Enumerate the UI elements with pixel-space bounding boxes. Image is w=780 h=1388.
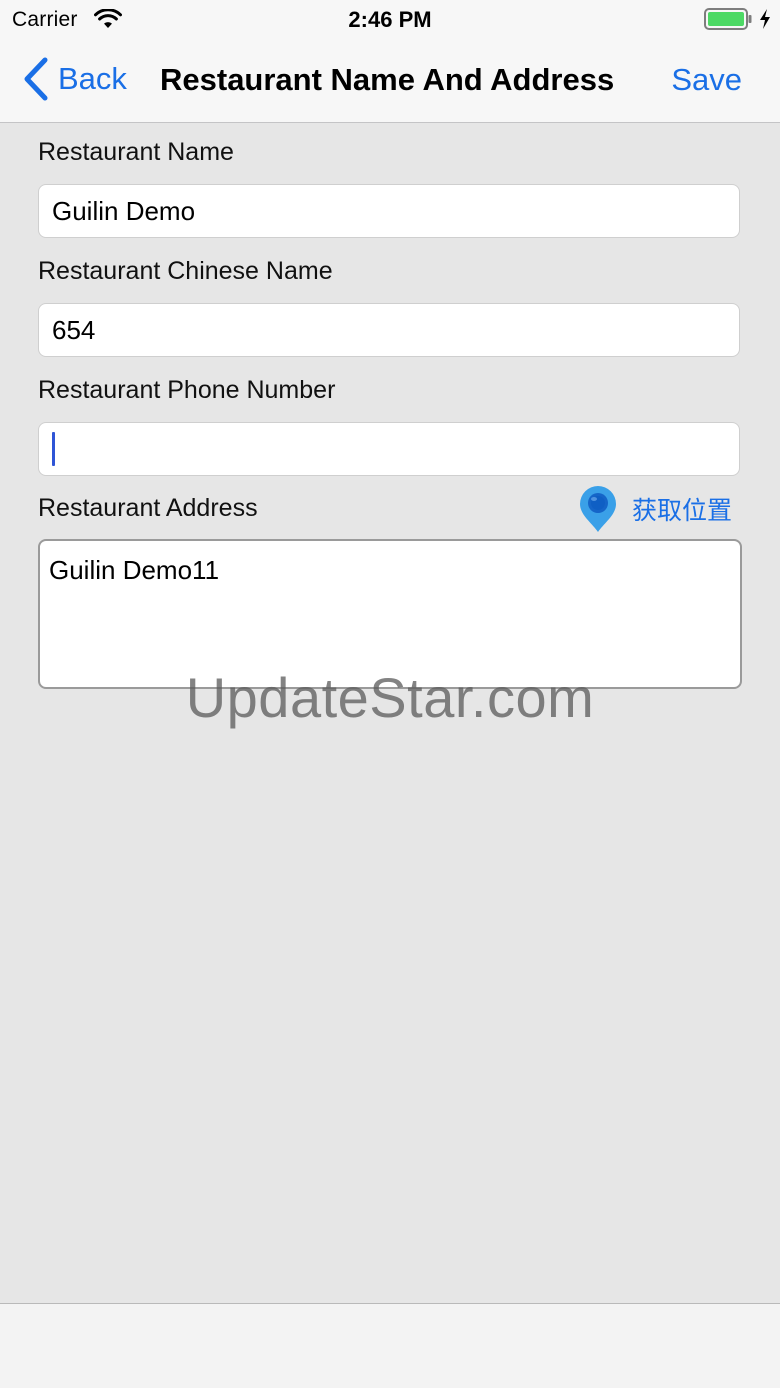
restaurant-phone-field[interactable]: [38, 422, 740, 476]
restaurant-name-value: Guilin Demo: [52, 195, 196, 226]
restaurant-phone-label: Restaurant Phone Number: [38, 376, 336, 404]
restaurant-name-field[interactable]: Guilin Demo: [38, 184, 740, 238]
text-cursor: [52, 432, 55, 466]
restaurant-chinese-name-field[interactable]: 654: [38, 303, 740, 357]
save-button[interactable]: Save: [671, 62, 742, 98]
restaurant-chinese-name-value: 654: [52, 314, 96, 345]
restaurant-address-label: Restaurant Address: [38, 494, 258, 522]
back-button[interactable]: Back: [20, 56, 127, 102]
restaurant-chinese-name-label: Restaurant Chinese Name: [38, 257, 333, 285]
status-bar: Carrier 2:46 PM: [0, 0, 780, 40]
back-label: Back: [58, 61, 127, 96]
navigation-bar: Back Restaurant Name And Address Save: [0, 40, 780, 122]
watermark: UpdateStar.com: [185, 666, 595, 729]
restaurant-address-value: Guilin Demo11: [49, 555, 220, 585]
status-time: 2:46 PM: [348, 7, 432, 32]
chevron-left-icon: [24, 57, 48, 101]
get-location-label: 获取位置: [632, 497, 733, 525]
bottom-toolbar: [0, 1303, 780, 1388]
page-title: Restaurant Name And Address: [160, 62, 615, 97]
get-location-button[interactable]: 获取位置: [578, 485, 732, 533]
battery-icon: [704, 8, 752, 30]
location-pin-icon: [580, 486, 616, 532]
charging-bolt-icon: [760, 9, 770, 29]
restaurant-name-label: Restaurant Name: [38, 138, 234, 166]
top-bar: Carrier 2:46 PM Back Restaurant Name And…: [0, 0, 780, 123]
